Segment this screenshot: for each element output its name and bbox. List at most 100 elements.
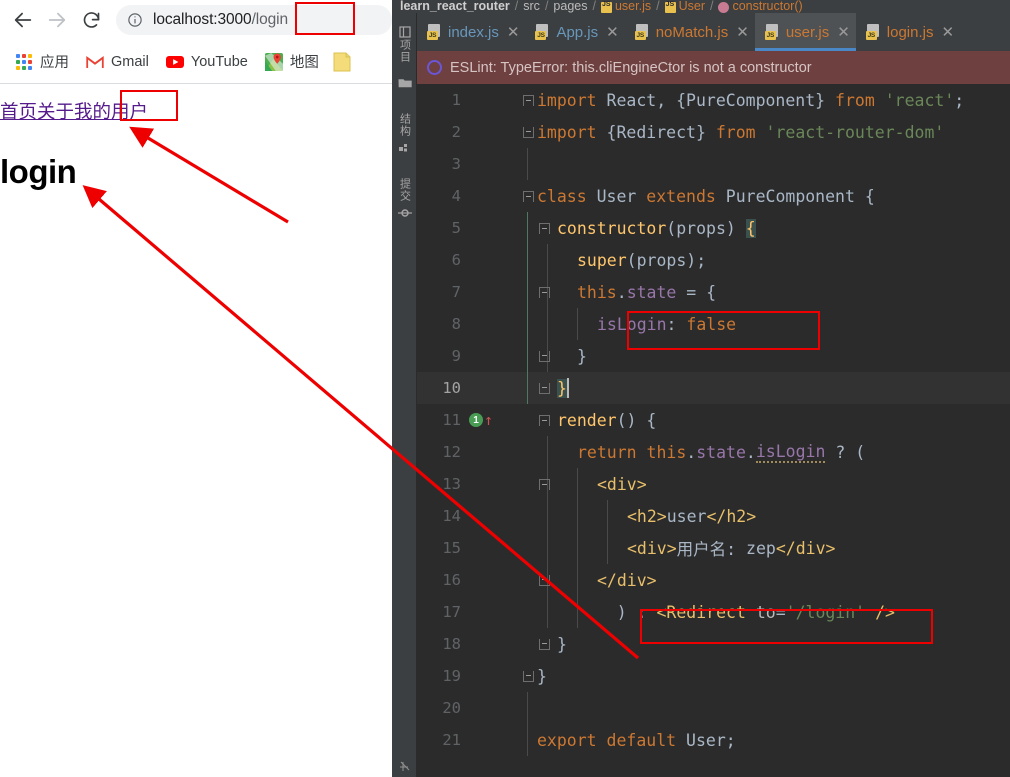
breadcrumb-separator: / xyxy=(544,0,549,13)
tool-button-commit[interactable]: 提交 xyxy=(392,178,417,220)
code-line: 14 <h2> user </h2> xyxy=(417,500,1010,532)
line-number: 19 xyxy=(442,667,461,685)
up-arrow-icon[interactable]: ↑ xyxy=(484,412,493,428)
fold-handle[interactable] xyxy=(537,564,551,596)
js-file-icon: JS xyxy=(535,24,550,40)
code-line: 21 export default User; xyxy=(417,724,1010,756)
breadcrumb-project[interactable]: learn_react_router xyxy=(400,0,510,13)
code-editor[interactable]: 1 import React, {PureComponent} from 're… xyxy=(417,84,1010,777)
inspection-badge-icon[interactable]: 1 xyxy=(469,413,483,427)
close-icon[interactable]: ✕ xyxy=(837,25,850,40)
breadcrumb-src[interactable]: src xyxy=(523,0,540,13)
code-content: <div> xyxy=(597,474,647,494)
fold-handle[interactable] xyxy=(537,628,551,660)
commit-icon xyxy=(397,206,412,220)
tab-label: login.js xyxy=(886,23,934,41)
tool-button-build[interactable] xyxy=(392,755,417,773)
close-icon[interactable]: ✕ xyxy=(941,25,954,40)
fold-handle[interactable] xyxy=(537,212,551,244)
code-line: 16 </div> xyxy=(417,564,1010,596)
line-number: 18 xyxy=(442,635,461,653)
bookmark-label: 地图 xyxy=(289,55,319,71)
code-line: 2 import {Redirect} from 'react-router-d… xyxy=(417,116,1010,148)
bookmarks-bar: 应用 Gmail YouTube 地图 xyxy=(0,40,392,84)
code-line: 6 super(props); xyxy=(417,244,1010,276)
gutter-markers[interactable]: 1 ↑ xyxy=(469,404,493,436)
code-line: 5 constructor(props) { xyxy=(417,212,1010,244)
fold-handle[interactable] xyxy=(537,372,551,404)
js-file-icon xyxy=(600,1,612,13)
ide-tool-strip: 项目 结构 提交 xyxy=(392,13,417,777)
tab-user-js[interactable]: JS user.js ✕ xyxy=(754,13,856,51)
line-number: 12 xyxy=(442,443,461,461)
bookmark-maps[interactable]: 地图 xyxy=(258,47,326,77)
breadcrumb-separator: / xyxy=(592,0,596,13)
code-line: 17 ) : <Redirect to = '/login' /> xyxy=(417,596,1010,628)
breadcrumb-class[interactable]: User xyxy=(679,0,705,13)
error-message: ESLint: TypeError: this.cliEngineCtor is… xyxy=(450,59,812,76)
tab-index-js[interactable]: JS index.js ✕ xyxy=(417,13,525,51)
bookmark-label: Gmail xyxy=(111,53,149,70)
code-content: constructor(props) { xyxy=(557,218,756,238)
tab-app-js[interactable]: JS App.js ✕ xyxy=(525,13,624,51)
bookmark-youtube[interactable]: YouTube xyxy=(159,47,255,77)
line-number: 7 xyxy=(451,283,461,301)
code-line: 19 } xyxy=(417,660,1010,692)
bookmark-gmail[interactable]: Gmail xyxy=(79,47,156,77)
fold-handle[interactable] xyxy=(537,340,551,372)
gmail-icon xyxy=(86,53,104,71)
breadcrumb-file[interactable]: user.js xyxy=(615,0,651,13)
line-number: 21 xyxy=(442,731,461,749)
fold-handle[interactable] xyxy=(521,660,535,692)
eslint-circle-icon xyxy=(427,60,442,75)
fold-handle[interactable] xyxy=(521,116,535,148)
fold-handle[interactable] xyxy=(537,276,551,308)
eslint-error-banner: ESLint: TypeError: this.cliEngineCtor is… xyxy=(417,51,1010,84)
fold-handle[interactable] xyxy=(521,84,535,116)
code-content: return this. state. isLogin ? ( xyxy=(577,441,866,463)
line-number: 6 xyxy=(451,251,461,269)
tab-nomatch-js[interactable]: JS noMatch.js ✕ xyxy=(625,13,755,51)
tab-label: App.js xyxy=(556,23,599,41)
breadcrumb-pages[interactable]: pages xyxy=(553,0,587,13)
tool-button-project[interactable]: 项目 xyxy=(392,21,417,63)
bookmark-apps[interactable]: 应用 xyxy=(8,47,76,77)
youtube-icon xyxy=(165,53,184,71)
apps-grid-icon xyxy=(15,53,33,71)
editor-tab-bar: JS index.js ✕ JS App.js ✕ JS noMatch.js … xyxy=(417,13,1010,51)
tab-label: noMatch.js xyxy=(655,23,729,41)
code-line: 12 return this. state. isLogin ? ( xyxy=(417,436,1010,468)
breadcrumb-member[interactable]: constructor() xyxy=(732,0,802,13)
close-icon[interactable]: ✕ xyxy=(736,25,749,40)
browser-toolbar: localhost:3000/login xyxy=(0,0,392,40)
tool-button-structure[interactable]: 结构 xyxy=(392,113,417,155)
bookmark-folder[interactable] xyxy=(329,47,362,77)
close-icon[interactable]: ✕ xyxy=(507,25,520,40)
forward-arrow-icon[interactable] xyxy=(40,3,74,37)
info-circle-icon[interactable] xyxy=(126,11,144,29)
breadcrumb-separator: / xyxy=(656,0,660,13)
back-arrow-icon[interactable] xyxy=(6,3,40,37)
code-content: import {Redirect} from 'react-router-dom… xyxy=(537,122,945,142)
breadcrumb-separator: / xyxy=(514,0,519,13)
screenshot-root: localhost:3000/login 应用 Gmail YouTube 地图… xyxy=(0,0,1010,777)
url-path: /login xyxy=(251,11,289,28)
fold-handle[interactable] xyxy=(537,404,551,436)
nav-link-about[interactable]: 关于我的 xyxy=(37,101,111,122)
fold-handle[interactable] xyxy=(537,468,551,500)
url-host: localhost:3000 xyxy=(153,11,252,28)
code-content: ) : <Redirect to = '/login' /> xyxy=(577,602,895,622)
page-nav-links: 首页关于我的用户 xyxy=(0,98,148,124)
nav-link-home[interactable]: 首页 xyxy=(0,101,37,122)
code-content: <h2> user </h2> xyxy=(627,506,757,526)
breadcrumb: learn_react_router / src / pages / user.… xyxy=(392,0,1010,13)
fold-handle[interactable] xyxy=(521,180,535,212)
address-bar[interactable]: localhost:3000/login xyxy=(116,5,392,35)
reload-icon[interactable] xyxy=(74,3,108,37)
tool-button-folder[interactable] xyxy=(392,71,417,89)
line-number: 15 xyxy=(442,539,461,557)
tab-login-js[interactable]: JS login.js ✕ xyxy=(856,13,960,51)
close-icon[interactable]: ✕ xyxy=(606,25,619,40)
nav-link-user[interactable]: 用户 xyxy=(111,101,148,122)
project-icon xyxy=(398,25,412,39)
